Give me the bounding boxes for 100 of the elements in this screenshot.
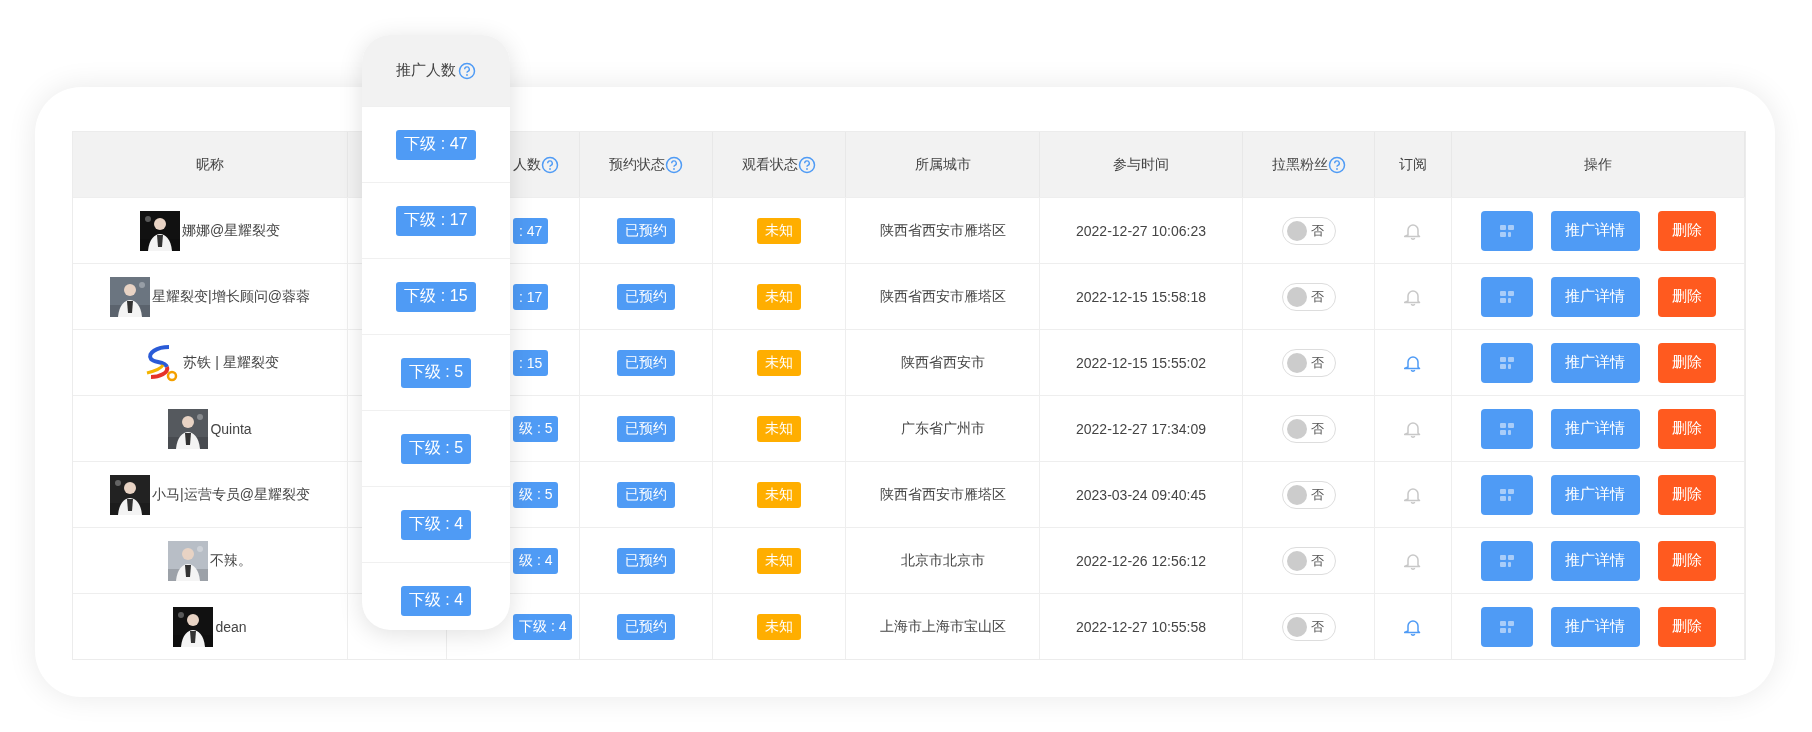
header-label: 人数 [513,155,541,174]
subordinate-count-tag: 下级 : 15 [396,281,476,312]
delete-button[interactable]: 删除 [1657,342,1716,383]
booking-status-tag: 已预约 [617,613,675,640]
help-icon[interactable] [541,155,559,174]
header-label: 预约状态 [609,155,665,174]
nickname-text: dean [215,618,247,635]
header-label: 观看状态 [742,155,798,174]
city-text: 上海市上海市宝山区 [879,617,1006,636]
bell-icon[interactable] [1404,287,1422,306]
promotion-details-button[interactable]: 推广详情 [1550,342,1640,383]
city-text: 陕西省西安市雁塔区 [879,485,1006,504]
blacklist-toggle[interactable]: 否 [1281,546,1336,575]
subordinate-count-tag: : 47 [513,217,549,244]
booking-status-tag: 已预约 [617,547,675,574]
blacklist-toggle[interactable]: 否 [1281,414,1336,443]
bell-icon[interactable] [1404,353,1422,372]
icon-button[interactable] [1480,606,1533,647]
subordinate-count-tag: : 15 [513,349,549,376]
icon-button[interactable] [1480,540,1533,581]
tiny-glyph-icon [1498,553,1515,568]
watch-status-tag: 未知 [757,415,801,442]
blacklist-toggle[interactable]: 否 [1281,216,1336,245]
subordinate-count-tag: 下级 : 5 [400,433,472,464]
delete-button[interactable]: 删除 [1657,408,1716,449]
tiny-glyph-icon [1498,223,1515,238]
watch-status-tag: 未知 [757,283,801,310]
subordinate-count-tag: 级 : 4 [513,547,559,574]
icon-button[interactable] [1480,408,1533,449]
tiny-glyph-icon [1498,487,1515,502]
promotion-details-button[interactable]: 推广详情 [1550,540,1640,581]
subordinate-count-tag: 下级 : 5 [400,357,472,388]
watch-status-tag: 未知 [757,217,801,244]
nickname-text: 不辣。 [210,551,252,570]
city-text: 陕西省西安市雁塔区 [879,221,1006,240]
watch-status-tag: 未知 [757,547,801,574]
help-icon[interactable] [458,61,476,80]
header-label: 订阅 [1399,155,1427,174]
subordinate-count-tag: 下级 : 4 [400,509,472,540]
booking-status-tag: 已预约 [617,481,675,508]
bell-icon[interactable] [1404,485,1422,504]
help-icon[interactable] [798,155,816,174]
delete-button[interactable]: 删除 [1657,606,1716,647]
booking-status-tag: 已预约 [617,349,675,376]
booking-status-tag: 已预约 [617,415,675,442]
nickname-text: 小马|运营专员@星耀裂变 [152,485,310,504]
icon-button[interactable] [1480,276,1533,317]
nickname-text: 娜娜@星耀裂变 [181,221,281,240]
header-label: 昵称 [196,155,224,174]
join-time-text: 2022-12-27 10:55:58 [1076,618,1206,635]
watch-status-tag: 未知 [757,613,801,640]
subordinate-count-tag: 下级 : 17 [396,205,476,236]
delete-button[interactable]: 删除 [1657,540,1716,581]
booking-status-tag: 已预约 [617,283,675,310]
promotion-details-button[interactable]: 推广详情 [1550,408,1640,449]
join-time-text: 2022-12-26 12:56:12 [1076,552,1206,569]
tiny-glyph-icon [1498,619,1515,634]
join-time-text: 2022-12-15 15:55:02 [1076,354,1206,371]
booking-status-tag: 已预约 [617,217,675,244]
nickname-text: 苏铁 | 星耀裂变 [183,353,279,372]
header-label: 推广人数 [396,61,456,80]
join-time-text: 2022-12-27 17:34:09 [1076,420,1206,437]
nickname-text: Quinta [210,420,252,437]
help-icon[interactable] [665,155,683,174]
icon-button[interactable] [1480,474,1533,515]
blacklist-toggle[interactable]: 否 [1281,282,1336,311]
blacklist-toggle[interactable]: 否 [1281,348,1336,377]
bell-icon[interactable] [1404,221,1422,240]
promotion-details-button[interactable]: 推广详情 [1550,606,1640,647]
watch-status-tag: 未知 [757,349,801,376]
bell-icon[interactable] [1404,551,1422,570]
delete-button[interactable]: 删除 [1657,474,1716,515]
header-label: 拉黑粉丝 [1271,155,1328,174]
subordinate-count-tag: 级 : 5 [513,481,559,508]
tiny-glyph-icon [1498,289,1515,304]
blacklist-toggle[interactable]: 否 [1281,612,1336,641]
subordinate-count-tag: 下级 : 4 [513,613,573,640]
bell-icon[interactable] [1404,419,1422,438]
delete-button[interactable]: 删除 [1657,276,1716,317]
join-time-text: 2023-03-24 09:40:45 [1076,486,1206,503]
subordinate-count-tag: 下级 : 47 [396,129,476,160]
subordinate-count-tag: 级 : 5 [513,415,559,442]
delete-button[interactable]: 删除 [1657,210,1716,251]
city-text: 广东省广州市 [900,419,985,438]
bell-icon[interactable] [1404,617,1422,636]
header-label: 操作 [1584,155,1612,174]
icon-button[interactable] [1480,210,1533,251]
nickname-text: 星耀裂变|增长顾问@蓉蓉 [152,287,310,306]
join-time-text: 2022-12-27 10:06:23 [1076,222,1206,239]
city-text: 北京市北京市 [900,551,985,570]
promotion-details-button[interactable]: 推广详情 [1550,210,1640,251]
blacklist-toggle[interactable]: 否 [1281,480,1336,509]
promotion-details-button[interactable]: 推广详情 [1550,276,1640,317]
icon-button[interactable] [1480,342,1533,383]
promotion-details-button[interactable]: 推广详情 [1550,474,1640,515]
subordinate-count-tag: : 17 [513,283,549,310]
help-icon[interactable] [1327,155,1346,174]
header-label: 参与时间 [1113,155,1169,174]
subordinate-count-tag: 下级 : 4 [400,585,472,616]
tiny-glyph-icon [1498,355,1515,370]
